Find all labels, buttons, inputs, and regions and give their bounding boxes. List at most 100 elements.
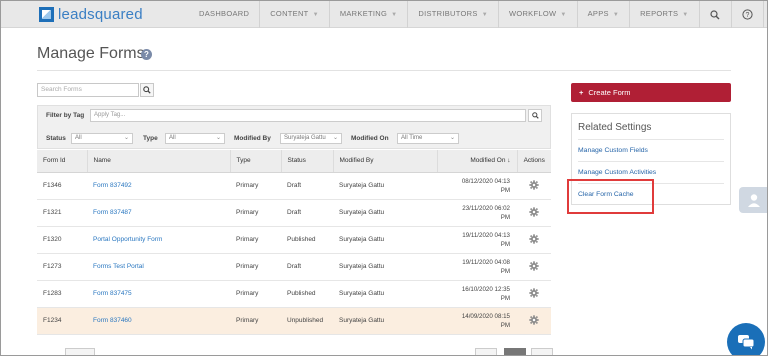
gear-icon[interactable] [529, 233, 539, 246]
help-icon[interactable]: ? [732, 1, 764, 28]
form-status-cell: Unpublished [281, 307, 333, 335]
modified-by-cell: Suryateja Gattu [333, 253, 437, 281]
form-type-cell: Primary [230, 172, 281, 200]
column-header-form-id[interactable]: Form Id [37, 150, 88, 173]
chat-button[interactable] [727, 323, 765, 355]
search-forms-input[interactable]: Search Forms [37, 83, 139, 97]
apply-tag-input[interactable]: Apply Tag... [90, 109, 526, 122]
nav-item-workflow[interactable]: WORKFLOW ▼ [499, 1, 578, 28]
search-button[interactable] [140, 83, 154, 97]
gear-icon[interactable] [529, 179, 539, 192]
user-avatar-tab[interactable] [739, 187, 767, 213]
type-filter-select[interactable]: All ⌄ [165, 133, 225, 144]
table-header-row: Form Id Name Type Status Modified By Mod… [37, 150, 551, 173]
actions-cell[interactable] [517, 307, 551, 335]
current-page-button[interactable] [504, 348, 526, 355]
table-row[interactable]: F1283 Form 837475 Primary Published Suryatej… [37, 280, 551, 308]
form-id-cell: F1234 [37, 307, 87, 335]
chat-bubble-icon [738, 335, 755, 350]
next-page-button[interactable] [531, 348, 553, 355]
form-name-link[interactable]: Portal Opportunity Form [87, 226, 230, 254]
chevron-down-icon: ⌄ [215, 135, 221, 141]
page-size-select[interactable] [65, 348, 95, 355]
divider [578, 139, 724, 140]
modified-date: 19/11/2020 04:13 [462, 231, 510, 239]
gear-icon[interactable] [529, 314, 539, 327]
chevron-down-icon: ▼ [481, 12, 488, 18]
modified-by-filter-select[interactable]: Suryateja Gattu ⌄ [280, 133, 342, 144]
chevron-down-icon: ▼ [682, 12, 689, 18]
table-row[interactable]: F1346 Form 837492 Primary Draft Suryateja Ga… [37, 172, 551, 200]
filter-panel: Filter by Tag Apply Tag... Status All ⌄ T… [37, 105, 551, 149]
modified-date: 19/11/2020 04:08 [462, 258, 510, 266]
callout-highlight-box [567, 179, 654, 214]
actions-cell[interactable] [517, 199, 551, 227]
form-name-link[interactable]: Form 837475 [87, 280, 230, 308]
gear-icon[interactable] [529, 206, 539, 219]
previous-page-button[interactable] [475, 348, 497, 355]
modified-ampm: PM [500, 321, 510, 329]
modified-by-cell: Suryateja Gattu [333, 172, 437, 200]
chevron-down-icon: ▼ [391, 12, 398, 18]
column-header-type[interactable]: Type [230, 150, 282, 173]
gear-icon[interactable] [529, 260, 539, 273]
column-header-status[interactable]: Status [281, 150, 334, 173]
status-filter-select[interactable]: All ⌄ [71, 133, 133, 144]
form-name-link[interactable]: Form 837460 [87, 307, 230, 335]
chevron-down-icon: ▼ [612, 12, 620, 18]
actions-cell[interactable] [517, 172, 551, 200]
nav-item-distributors[interactable]: DISTRIBUTORS ▼ [408, 1, 499, 28]
chevron-down-icon: ⌄ [449, 135, 455, 141]
create-form-button[interactable]: + Create Form [571, 83, 731, 102]
gear-icon[interactable] [529, 287, 539, 300]
nav-item-dashboard[interactable]: DASHBOARD [189, 1, 261, 28]
modified-on-label: Modified On [470, 157, 506, 165]
actions-cell[interactable] [517, 280, 551, 308]
related-settings-title: Related Settings [578, 122, 652, 133]
form-name-link[interactable]: Form 837487 [87, 199, 230, 227]
column-header-modified-on[interactable]: Modified On ↓ [437, 150, 518, 173]
table-row[interactable]: F1321 Form 837487 Primary Draft Suryateja Ga… [37, 199, 551, 227]
nav-item-marketing[interactable]: MARKETING ▼ [330, 1, 409, 28]
search-icon [531, 112, 539, 119]
forms-table: Form Id Name Type Status Modified By Mod… [37, 150, 551, 335]
table-row[interactable]: F1320 Portal Opportunity Form Primary Publi… [37, 226, 551, 254]
nav-item-content[interactable]: CONTENT ▼ [260, 1, 330, 28]
modified-by-cell: Suryateja Gattu [333, 199, 437, 227]
divider [37, 70, 731, 71]
form-type-cell: Primary [230, 280, 281, 308]
chevron-down-icon: ⌄ [123, 135, 129, 141]
user-menu-icon[interactable]: ▼ [764, 1, 767, 28]
column-header-actions: Actions [517, 150, 551, 173]
form-name-link[interactable]: Forms Test Portal [87, 253, 230, 281]
form-status-cell: Published [281, 280, 333, 308]
form-type-cell: Primary [230, 253, 281, 281]
modified-on-cell: 19/11/2020 04:13 PM [437, 226, 517, 254]
type-filter-label: Type [143, 135, 158, 142]
form-id-cell: F1320 [37, 226, 87, 254]
form-status-cell: Draft [281, 172, 333, 200]
actions-cell[interactable] [517, 253, 551, 281]
table-row[interactable]: F1273 Forms Test Portal Primary Draft Suryat… [37, 253, 551, 281]
create-form-label: Create Form [588, 88, 631, 97]
form-name-link[interactable]: Form 837492 [87, 172, 230, 200]
chevron-down-icon: ▼ [560, 12, 567, 18]
modified-ampm: PM [500, 294, 510, 302]
manage-custom-activities-link[interactable]: Manage Custom Activities [578, 169, 656, 176]
tag-search-button[interactable] [528, 109, 542, 122]
modified-by-cell: Suryateja Gattu [333, 280, 437, 308]
nav-item-apps[interactable]: APPS ▼ [578, 1, 631, 28]
modified-on-filter-select[interactable]: All Time ⌄ [397, 133, 459, 144]
table-row[interactable]: F1234 Form 837460 Primary Unpublished Suryat… [37, 307, 551, 335]
actions-cell[interactable] [517, 226, 551, 254]
manage-custom-fields-link[interactable]: Manage Custom Fields [578, 147, 648, 154]
help-icon[interactable]: ? [141, 49, 152, 60]
column-header-name[interactable]: Name [87, 150, 231, 173]
leadsquared-logo[interactable]: leadsquared [39, 5, 143, 23]
form-id-cell: F1273 [37, 253, 87, 281]
nav-item-reports[interactable]: REPORTS ▼ [630, 1, 700, 28]
modified-by-cell: Suryateja Gattu [333, 226, 437, 254]
column-header-modified-by[interactable]: Modified By [333, 150, 438, 173]
form-status-cell: Draft [281, 199, 333, 227]
search-icon[interactable] [700, 1, 732, 28]
